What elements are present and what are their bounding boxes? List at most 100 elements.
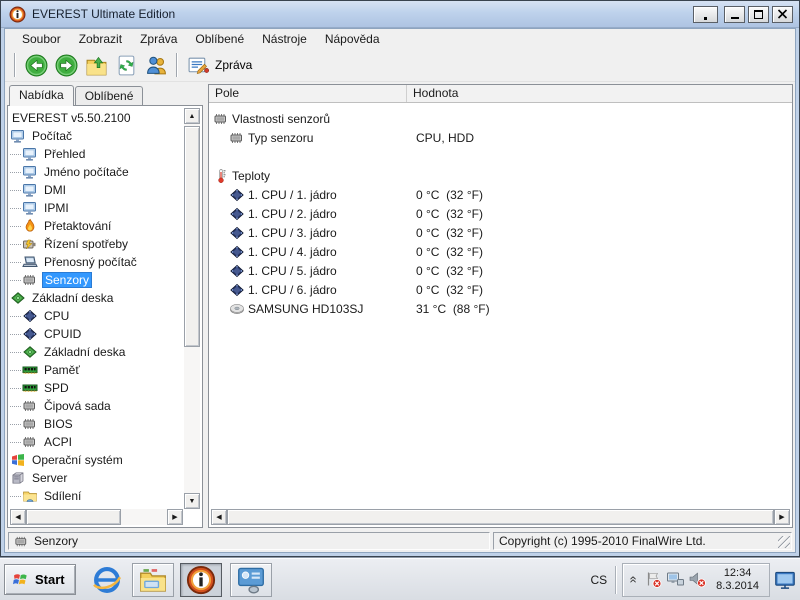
tree-item-label: ACPI — [42, 435, 74, 449]
column-header-hodnota[interactable]: Hodnota — [407, 85, 792, 102]
report-row-1-cpu-3-jadro[interactable]: 1. CPU / 3. jádro0 °C (32 °F) — [209, 223, 792, 242]
tree-item-prenosny-pocitac[interactable]: Přenosný počítač — [10, 253, 183, 271]
tree-item-cpuid[interactable]: CPUID — [10, 325, 183, 343]
language-indicator[interactable]: CS — [583, 573, 616, 587]
tree-vertical-scrollbar[interactable]: ▲ ▼ — [184, 108, 200, 509]
report-row-1-cpu-4-jadro[interactable]: 1. CPU / 4. jádro0 °C (32 °F) — [209, 242, 792, 261]
tree-item-label: IPMI — [42, 201, 71, 215]
tray-display-icon[interactable] — [774, 569, 796, 591]
system-tray: CS « 12:34 8.3.2014 — [583, 559, 797, 600]
clock-time: 12:34 — [716, 567, 759, 580]
tree-item-sdileni[interactable]: Sdílení — [10, 487, 183, 505]
menu-item-soubor[interactable]: Soubor — [13, 30, 70, 48]
field-cell: 1. CPU / 5. jádro — [209, 263, 407, 279]
network-icon[interactable] — [666, 570, 685, 589]
tree-item-cipova-sada[interactable]: Čipová sada — [10, 397, 183, 415]
column-header-pole[interactable]: Pole — [209, 85, 407, 102]
report-row-1-cpu-1-jadro[interactable]: 1. CPU / 1. jádro0 °C (32 °F) — [209, 185, 792, 204]
start-button[interactable]: Start — [4, 564, 76, 595]
tab-oblibene[interactable]: Oblíbené — [75, 86, 144, 105]
menu-item-zobrazit[interactable]: Zobrazit — [70, 30, 131, 48]
scrollbar-thumb[interactable] — [184, 126, 200, 347]
menu-item-nastroje[interactable]: Nástroje — [253, 30, 316, 48]
report-row-1-cpu-5-jadro[interactable]: 1. CPU / 5. jádro0 °C (32 °F) — [209, 261, 792, 280]
volume-muted-icon[interactable] — [688, 570, 707, 589]
show-hidden-icons-button[interactable]: « — [627, 573, 642, 587]
tree-item-pretaktovani[interactable]: Přetaktování — [10, 217, 183, 235]
report-row-vlastnosti-senzoru[interactable]: Vlastnosti senzorů — [209, 109, 792, 128]
tree-item-acpi[interactable]: ACPI — [10, 433, 183, 451]
tree-item-operacni-system[interactable]: Operační systém — [10, 451, 183, 469]
scrollbar-thumb[interactable] — [26, 509, 121, 525]
cpu-icon — [229, 282, 245, 298]
resize-grip[interactable] — [778, 536, 790, 548]
tree-item-pamet[interactable]: Paměť — [10, 361, 183, 379]
window-title: EVEREST Ultimate Edition — [32, 7, 693, 21]
tree-horizontal-scrollbar[interactable]: ◀ ▶ — [10, 509, 183, 525]
tray-clock[interactable]: 12:34 8.3.2014 — [710, 567, 765, 593]
report-row-teploty[interactable]: Teploty — [209, 166, 792, 185]
tree-item-server[interactable]: Server — [10, 469, 183, 487]
scroll-right-button[interactable]: ▶ — [167, 509, 183, 525]
menu-item-napoveda[interactable]: Nápověda — [316, 30, 389, 48]
tree-item-dmi[interactable]: DMI — [10, 181, 183, 199]
tree-item-zakladni-deska[interactable]: Základní deska — [10, 289, 183, 307]
motherboard-icon — [22, 344, 38, 360]
up-button[interactable] — [81, 51, 111, 79]
taskbar-everest-button[interactable] — [180, 563, 222, 597]
report-button[interactable]: Zpráva — [183, 51, 260, 79]
tree-item-rizeni-spotreby[interactable]: Řízení spotřeby — [10, 235, 183, 253]
chip-icon — [22, 416, 38, 432]
scroll-left-button[interactable]: ◀ — [10, 509, 26, 525]
computer-management-icon — [236, 565, 266, 595]
tree-connector — [10, 442, 21, 443]
close-button[interactable] — [772, 6, 793, 23]
tree-item-bios[interactable]: BIOS — [10, 415, 183, 433]
scroll-right-button[interactable]: ▶ — [774, 509, 790, 525]
back-button[interactable] — [21, 51, 51, 79]
thermometer-icon — [213, 168, 229, 184]
action-center-flag-icon[interactable] — [644, 570, 663, 589]
taskbar-explorer-button[interactable] — [132, 563, 174, 597]
users-icon — [145, 54, 168, 77]
minimize-to-tray-button[interactable] — [693, 6, 718, 23]
scrollbar-thumb[interactable] — [227, 509, 774, 525]
report-pane: Pole Hodnota Vlastnosti senzorůTyp senzo… — [208, 84, 793, 528]
tree-connector — [10, 496, 21, 497]
field-label: 1. CPU / 4. jádro — [248, 245, 337, 259]
report-row-typ-senzoru[interactable]: Typ senzoruCPU, HDD — [209, 128, 792, 147]
minimize-button[interactable] — [724, 6, 745, 23]
tree-item-prehled[interactable]: Přehled — [10, 145, 183, 163]
field-cell: SAMSUNG HD103SJ — [209, 301, 407, 317]
users-button[interactable] — [141, 51, 171, 79]
start-button-label: Start — [35, 572, 65, 587]
taskbar-ie-button[interactable] — [88, 563, 126, 597]
field-label: Typ senzoru — [248, 131, 313, 145]
refresh-button[interactable] — [111, 51, 141, 79]
tree-item-ipmi[interactable]: IPMI — [10, 199, 183, 217]
tree-item-cpu[interactable]: CPU — [10, 307, 183, 325]
tree-item-everest-v5-50-2100[interactable]: EVEREST v5.50.2100 — [10, 109, 183, 127]
tab-nabidka[interactable]: Nabídka — [9, 85, 74, 106]
menu-item-oblibene[interactable]: Oblíbené — [186, 30, 253, 48]
scroll-down-button[interactable]: ▼ — [184, 493, 200, 509]
scroll-left-button[interactable]: ◀ — [211, 509, 227, 525]
internet-explorer-icon — [92, 565, 122, 595]
report-row-1-cpu-2-jadro[interactable]: 1. CPU / 2. jádro0 °C (32 °F) — [209, 204, 792, 223]
menu-item-zprava[interactable]: Zpráva — [131, 30, 186, 48]
tree-item-spd[interactable]: SPD — [10, 379, 183, 397]
report-row-samsung-hd103sj[interactable]: SAMSUNG HD103SJ31 °C (88 °F) — [209, 299, 792, 318]
forward-button[interactable] — [51, 51, 81, 79]
tree-item-label: Paměť — [42, 363, 82, 377]
share-icon — [22, 488, 38, 504]
tree-item-zakladni-deska[interactable]: Základní deska — [10, 343, 183, 361]
tree-item-senzory[interactable]: Senzory — [10, 271, 183, 289]
titlebar[interactable]: EVEREST Ultimate Edition — [1, 1, 799, 28]
list-horizontal-scrollbar[interactable]: ◀ ▶ — [211, 509, 790, 525]
maximize-button[interactable] — [748, 6, 769, 23]
scroll-up-button[interactable]: ▲ — [184, 108, 200, 124]
report-row-1-cpu-6-jadro[interactable]: 1. CPU / 6. jádro0 °C (32 °F) — [209, 280, 792, 299]
tree-item-pocitac[interactable]: Počítač — [10, 127, 183, 145]
tree-item-jmeno-pocitace[interactable]: Jméno počítače — [10, 163, 183, 181]
taskbar-management-button[interactable] — [230, 563, 272, 597]
